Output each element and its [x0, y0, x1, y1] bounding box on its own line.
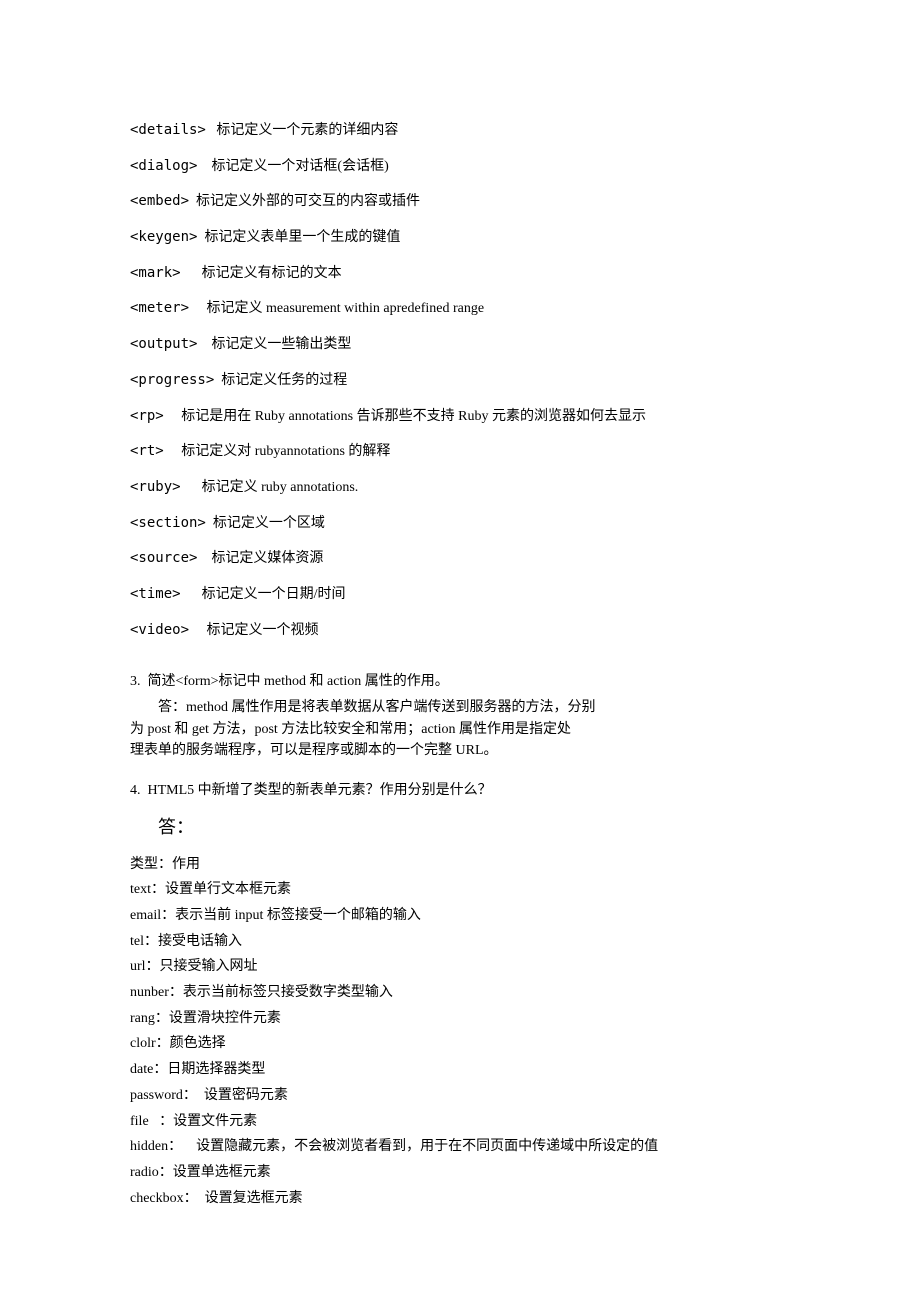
tag-name: <keygen>: [130, 227, 197, 249]
type-list: 类型：作用 text：设置单行文本框元素 email：表示当前 input 标签…: [130, 854, 790, 1210]
tag-name: <embed>: [130, 191, 189, 213]
type-row: checkbox： 设置复选框元素: [130, 1188, 790, 1210]
tag-name: <source>: [130, 548, 197, 570]
tag-row: <video> 标记定义一个视频: [130, 620, 790, 642]
type-row: tel：接受电话输入: [130, 931, 790, 953]
tag-desc: 标记定义一个区域: [213, 516, 325, 531]
answer-label: 答：: [158, 814, 790, 842]
tag-row: <ruby> 标记定义 ruby annotations.: [130, 477, 790, 499]
tag-name: <time>: [130, 584, 181, 606]
question-text: 3. 简述<form>标记中 method 和 action 属性的作用。: [130, 671, 790, 693]
type-row: hidden： 设置隐藏元素，不会被浏览者看到，用于在不同页面中传递域中所设定的…: [130, 1136, 790, 1158]
tag-desc: 标记定义有标记的文本: [202, 266, 342, 281]
tag-desc: 标记定义一个日期/时间: [202, 587, 346, 602]
tag-name: <meter>: [130, 298, 189, 320]
answer-text: 为 post 和 get 方法，post 方法比较安全和常用；action 属性…: [130, 719, 790, 741]
tag-desc: 标记定义一个视频: [207, 623, 319, 638]
type-row: clolr：颜色选择: [130, 1033, 790, 1055]
type-header: 类型：作用: [130, 854, 790, 876]
answer-text: 理表单的服务端程序，可以是程序或脚本的一个完整 URL。: [130, 740, 790, 762]
tag-row: <dialog> 标记定义一个对话框(会话框): [130, 156, 790, 178]
tag-row: <source> 标记定义媒体资源: [130, 548, 790, 570]
tag-desc: 标记定义媒体资源: [211, 551, 323, 566]
tag-desc: 标记定义一些输出类型: [211, 337, 351, 352]
tag-name: <mark>: [130, 263, 181, 285]
tag-desc: 标记定义外部的可交互的内容或插件: [196, 194, 420, 209]
type-row: file ：设置文件元素: [130, 1111, 790, 1133]
tag-name: <output>: [130, 334, 197, 356]
type-row: nunber：表示当前标签只接受数字类型输入: [130, 982, 790, 1004]
type-row: text：设置单行文本框元素: [130, 879, 790, 901]
tag-name: <rp>: [130, 406, 164, 428]
question-3: 3. 简述<form>标记中 method 和 action 属性的作用。 答：…: [130, 671, 790, 762]
document-page: <details> 标记定义一个元素的详细内容 <dialog> 标记定义一个对…: [0, 0, 920, 1287]
tag-name: <details>: [130, 120, 206, 142]
tag-desc: 标记定义一个对话框(会话框): [211, 159, 388, 174]
tag-row: <mark> 标记定义有标记的文本: [130, 263, 790, 285]
tag-row: <keygen> 标记定义表单里一个生成的键值: [130, 227, 790, 249]
html5-tag-list: <details> 标记定义一个元素的详细内容 <dialog> 标记定义一个对…: [130, 120, 790, 641]
type-row: radio：设置单选框元素: [130, 1162, 790, 1184]
tag-row: <rp> 标记是用在 Ruby annotations 告诉那些不支持 Ruby…: [130, 406, 790, 428]
tag-row: <section> 标记定义一个区域: [130, 513, 790, 535]
type-row: email：表示当前 input 标签接受一个邮箱的输入: [130, 905, 790, 927]
question-4: 4. HTML5 中新增了类型的新表单元素？作用分别是什么？ 答： 类型：作用 …: [130, 780, 790, 1209]
tag-name: <section>: [130, 513, 206, 535]
tag-name: <rt>: [130, 441, 164, 463]
tag-row: <output> 标记定义一些输出类型: [130, 334, 790, 356]
type-row: password： 设置密码元素: [130, 1085, 790, 1107]
tag-name: <video>: [130, 620, 189, 642]
tag-row: <time> 标记定义一个日期/时间: [130, 584, 790, 606]
tag-desc: 标记是用在 Ruby annotations 告诉那些不支持 Ruby 元素的浏…: [181, 409, 646, 424]
tag-desc: 标记定义一个元素的详细内容: [216, 123, 398, 138]
tag-row: <embed> 标记定义外部的可交互的内容或插件: [130, 191, 790, 213]
tag-name: <dialog>: [130, 156, 197, 178]
tag-row: <rt> 标记定义对 rubyannotations 的解释: [130, 441, 790, 463]
tag-row: <details> 标记定义一个元素的详细内容: [130, 120, 790, 142]
question-text: 4. HTML5 中新增了类型的新表单元素？作用分别是什么？: [130, 780, 790, 802]
tag-desc: 标记定义表单里一个生成的键值: [204, 230, 400, 245]
answer-text: 答：method 属性作用是将表单数据从客户端传送到服务器的方法，分别: [130, 697, 790, 719]
tag-name: <ruby>: [130, 477, 181, 499]
tag-desc: 标记定义任务的过程: [221, 373, 347, 388]
tag-desc: 标记定义对 rubyannotations 的解释: [181, 444, 390, 459]
type-row: rang：设置滑块控件元素: [130, 1008, 790, 1030]
tag-desc: 标记定义 measurement within apredefined rang…: [207, 301, 485, 316]
type-row: date：日期选择器类型: [130, 1059, 790, 1081]
tag-name: <progress>: [130, 370, 214, 392]
tag-row: <meter> 标记定义 measurement within apredefi…: [130, 298, 790, 320]
tag-row: <progress> 标记定义任务的过程: [130, 370, 790, 392]
tag-desc: 标记定义 ruby annotations.: [202, 480, 359, 495]
type-row: url：只接受输入网址: [130, 956, 790, 978]
